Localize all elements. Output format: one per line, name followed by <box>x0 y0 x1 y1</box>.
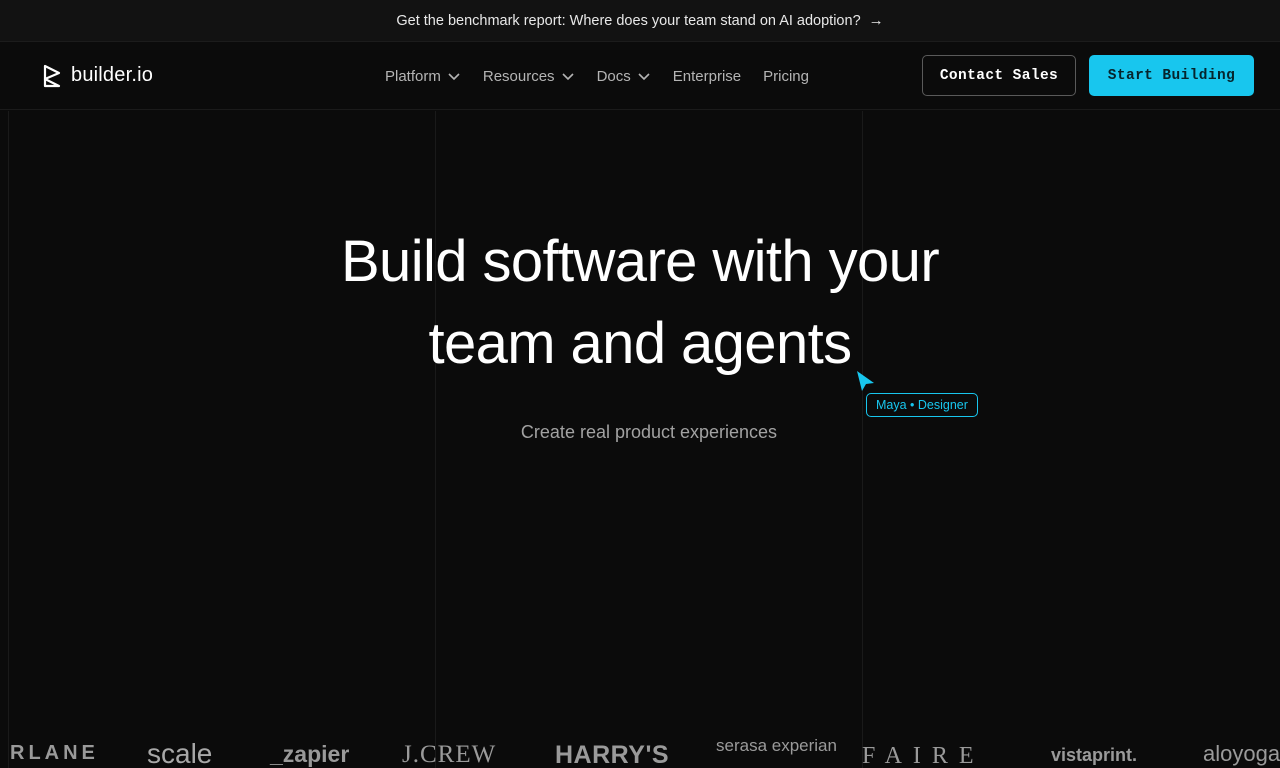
brand-logo-serasa-experian: serasa experian <box>716 737 837 755</box>
logo-text: builder.io <box>71 64 154 86</box>
builder-logo[interactable]: builder.io <box>42 64 153 88</box>
chevron-down-icon <box>448 73 460 81</box>
brand-logo-aloyoga: aloyoga <box>1203 741 1280 766</box>
nav-item-enterprise[interactable]: Enterprise <box>673 68 741 85</box>
nav-item-label: Platform <box>385 67 441 85</box>
brand-logo-harrys: HARRY'S <box>555 741 670 768</box>
nav-item-resources[interactable]: Resources <box>483 68 575 85</box>
announcement-text[interactable]: Get the benchmark report: Where does you… <box>396 13 860 29</box>
contact-sales-button[interactable]: Contact Sales <box>922 55 1076 96</box>
customer-logos-strip: RLANE scale _zapier J.CREW HARRY'S seras… <box>0 737 1280 768</box>
arrow-right-icon: → <box>868 12 884 29</box>
nav-actions: Contact Sales Start Building <box>922 55 1254 96</box>
nav-item-pricing[interactable]: Pricing <box>763 68 809 85</box>
collaborator-cursor-icon <box>857 371 874 391</box>
brand-logo-vistaprint: vistaprint. <box>1051 745 1138 765</box>
chevron-down-icon <box>561 73 574 81</box>
brand-logo-faire: FAIRE <box>862 743 985 768</box>
nav-item-label: Pricing <box>763 67 809 85</box>
headline-line-2: team and agents <box>428 311 852 376</box>
hero-headline: Build software with your team and agents <box>0 221 1280 385</box>
hero-subheadline: Create real product experiences <box>520 422 778 442</box>
brand-logo-zapier: _zapier <box>270 741 350 767</box>
top-navigation: builder.io Platform Resources Docs Enter… <box>0 42 1280 110</box>
brand-logo-scale: scale <box>147 738 213 768</box>
collaborator-name-tag: Maya • Designer <box>866 393 978 417</box>
brand-logo-rlane: RLANE <box>10 742 99 764</box>
nav-item-label: Docs <box>596 67 631 85</box>
nav-item-platform[interactable]: Platform <box>385 68 461 85</box>
brand-logo-jcrew: J.CREW <box>402 741 497 768</box>
hero-section: Build software with your team and agents… <box>0 111 1280 768</box>
chevron-down-icon <box>638 73 650 81</box>
announcement-bar[interactable]: Get the benchmark report: Where does you… <box>0 0 1280 42</box>
headline-line-1: Build software with your <box>340 229 940 294</box>
start-building-button[interactable]: Start Building <box>1089 55 1254 96</box>
builder-logo-icon <box>43 64 61 87</box>
nav-item-docs[interactable]: Docs <box>597 68 651 85</box>
main-menu: Platform Resources Docs Enterprise Prici… <box>385 42 809 110</box>
nav-item-label: Resources <box>482 67 555 85</box>
nav-item-label: Enterprise <box>672 67 742 85</box>
